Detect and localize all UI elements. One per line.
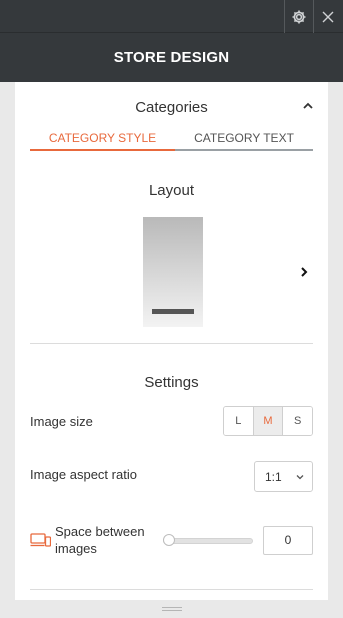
spacing-slider-handle[interactable] (163, 534, 175, 546)
chevron-up-icon[interactable] (302, 101, 314, 111)
aspect-ratio-label: Image aspect ratio (30, 467, 137, 482)
layout-preview-bar (152, 309, 194, 314)
spacing-value-input[interactable]: 0 (263, 526, 313, 555)
settings-title: Settings (144, 374, 199, 391)
image-size-l-button[interactable]: L (224, 407, 253, 435)
devices-icon (30, 533, 51, 547)
settings-button[interactable] (284, 0, 313, 33)
page-title: STORE DESIGN (113, 49, 230, 66)
aspect-ratio-value: 1:1 (265, 470, 282, 484)
categories-panel: Categories CATEGORY STYLE CATEGORY TEXT … (15, 82, 328, 600)
divider (30, 589, 313, 590)
top-toolbar (0, 0, 343, 33)
layout-preview[interactable] (143, 217, 203, 327)
chevron-right-icon[interactable] (299, 266, 309, 278)
panel-header: STORE DESIGN (0, 33, 343, 82)
close-icon (322, 11, 334, 22)
image-size-label: Image size (30, 414, 93, 429)
image-size-s-button[interactable]: S (282, 407, 312, 435)
gear-icon (292, 10, 306, 23)
chevron-down-icon (296, 475, 304, 480)
image-size-selector: L M S (223, 406, 313, 436)
image-size-m-button[interactable]: M (252, 407, 283, 435)
category-tabs: CATEGORY STYLE CATEGORY TEXT (30, 129, 313, 151)
space-between-images-label: Space between images (55, 524, 145, 556)
resize-bar (0, 600, 343, 618)
spacing-slider-track[interactable] (163, 538, 253, 544)
close-button[interactable] (313, 0, 342, 33)
tab-category-text[interactable]: CATEGORY TEXT (175, 129, 313, 151)
resize-grip-icon[interactable] (162, 606, 182, 612)
aspect-ratio-select[interactable]: 1:1 (254, 461, 313, 492)
divider (30, 343, 313, 344)
layout-title: Layout (148, 182, 195, 199)
tab-category-style[interactable]: CATEGORY STYLE (30, 129, 175, 151)
categories-title: Categories (135, 99, 208, 116)
